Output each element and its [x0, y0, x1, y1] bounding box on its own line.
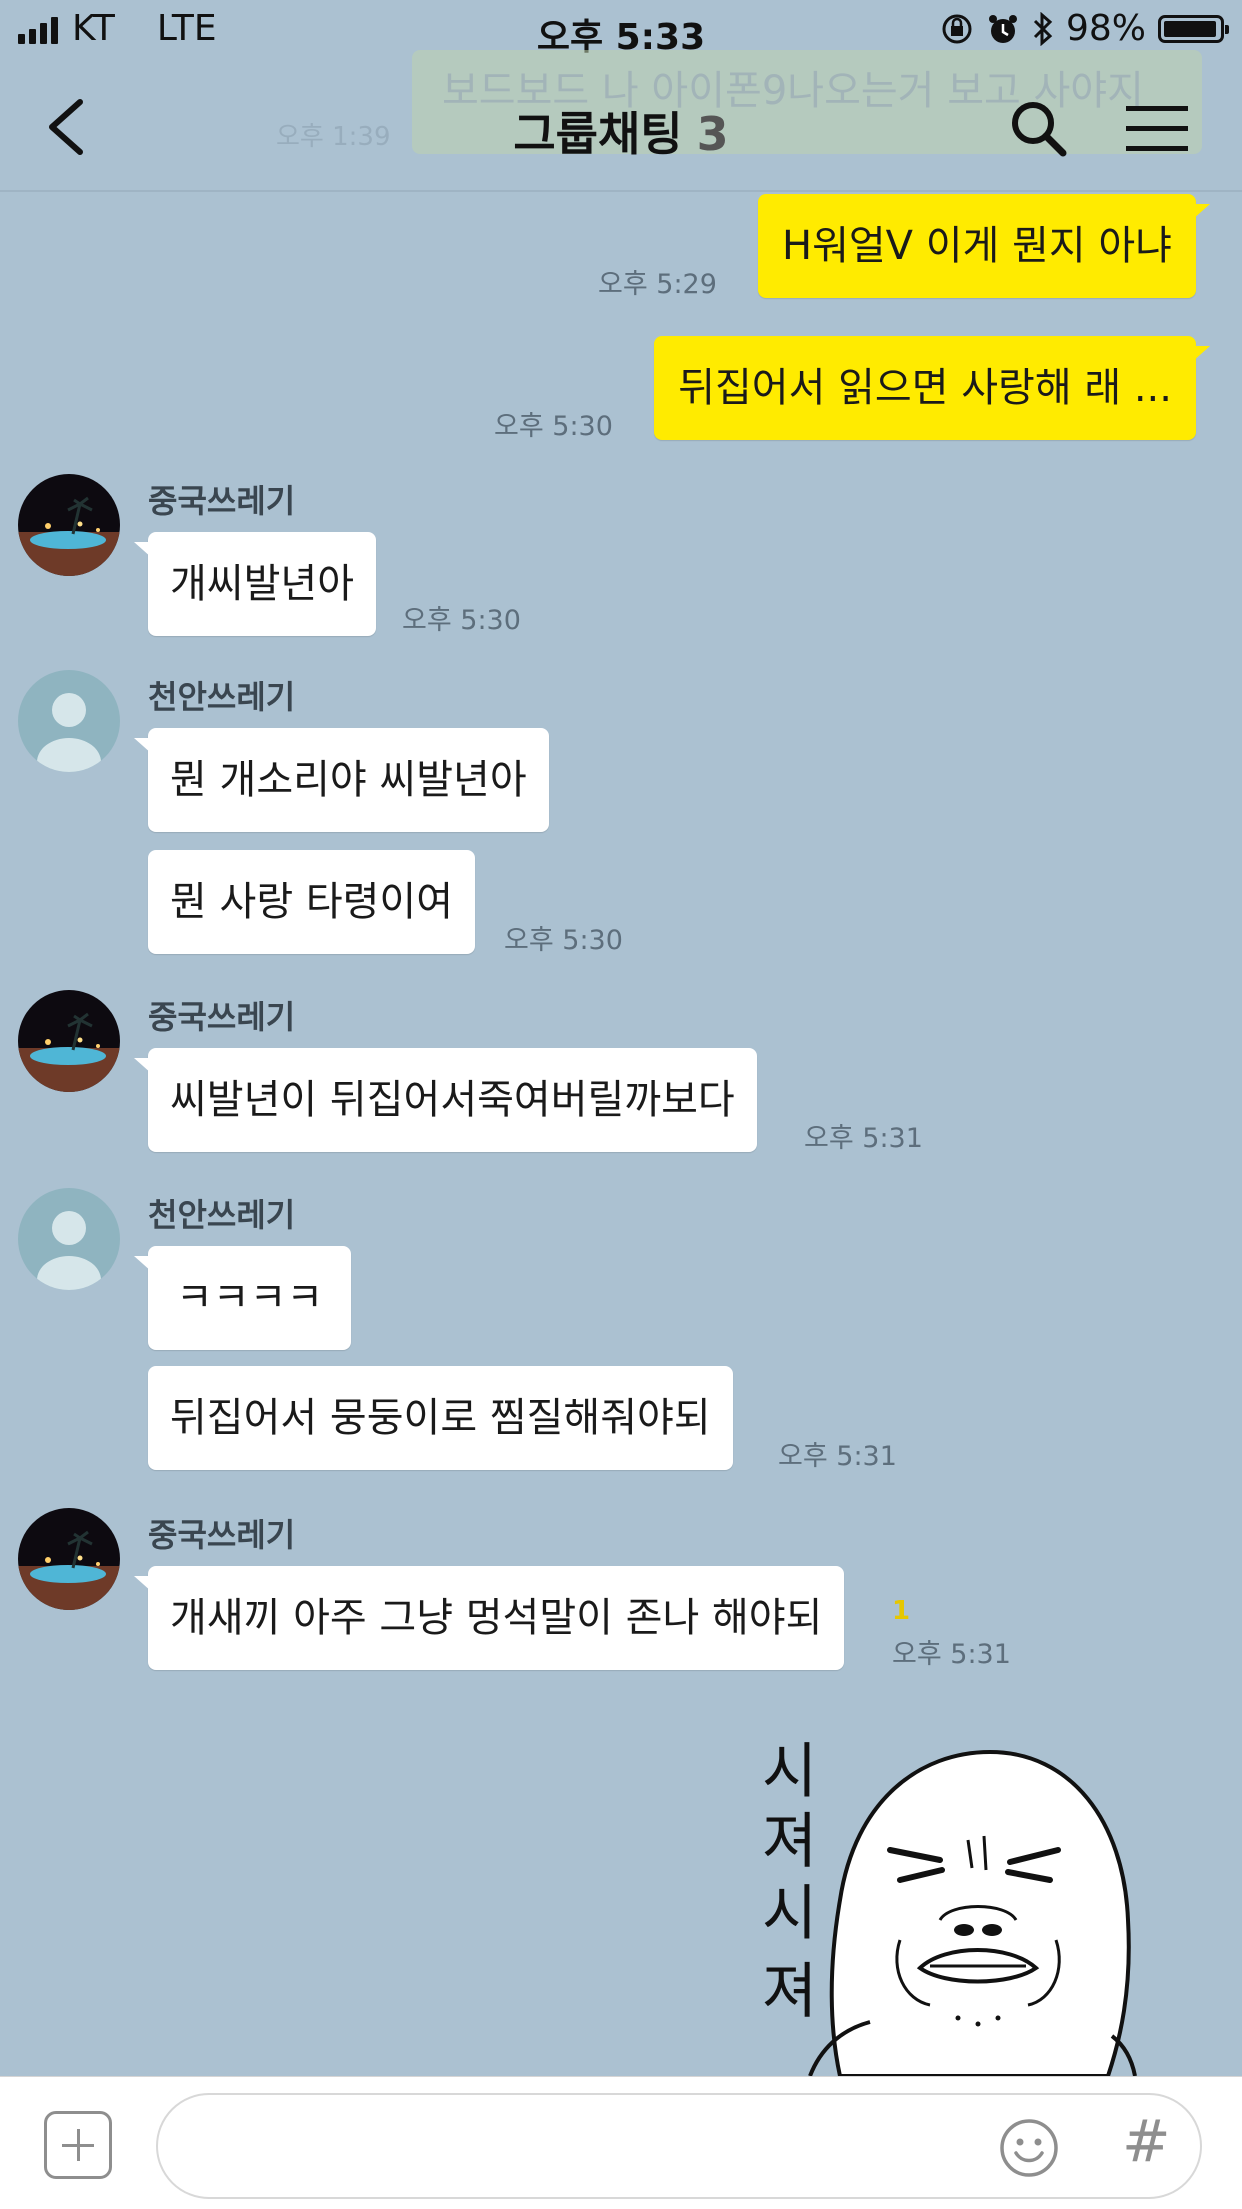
- battery-icon: [1158, 14, 1229, 43]
- other-message-bubble[interactable]: 뭔 사랑 타령이여: [148, 850, 476, 954]
- message-time: 오후 5:30: [402, 605, 521, 636]
- alarm-icon: [988, 14, 1017, 43]
- sticker-char: 시: [762, 1879, 817, 1949]
- message-text: 뒤집어서 뭉둥이로 찜질해줘야되: [170, 1395, 711, 1441]
- other-message-bubble[interactable]: 뒤집어서 뭉둥이로 찜질해줘야되: [148, 1366, 733, 1470]
- chat-header: 보드보드 나 아이폰9나오는거 보고 사야지 오후 1:39 그룹채팅 3: [0, 50, 1242, 192]
- other-message-bubble[interactable]: 씨발년이 뒤집어서죽여버릴까보다: [134, 1048, 757, 1152]
- hash-icon[interactable]: #: [1122, 2107, 1171, 2175]
- unread-count: 1: [892, 1596, 911, 1626]
- hamburger-menu-icon[interactable]: [1126, 106, 1188, 152]
- message-text: 뭔 개소리야 씨발년아: [170, 757, 527, 803]
- search-icon[interactable]: [1008, 98, 1068, 158]
- message-time: 오후 5:31: [778, 1441, 897, 1472]
- sender-name: 천안쓰레기: [148, 678, 296, 716]
- rotation-lock-icon: [942, 14, 972, 43]
- avatar[interactable]: [18, 1188, 120, 1290]
- default-profile-avatar-image: [18, 1188, 120, 1290]
- message-text: H워얼V 이게 뭔지 아냐: [782, 223, 1172, 269]
- sender-name: 중국쓰레기: [148, 998, 296, 1036]
- my-message-bubble[interactable]: H워얼V 이게 뭔지 아냐: [758, 194, 1210, 298]
- night-pool-avatar-image: [18, 474, 120, 576]
- other-message-bubble[interactable]: 개씨발년아: [134, 532, 376, 636]
- bluetooth-icon: [1033, 11, 1053, 46]
- other-message-bubble[interactable]: 뭔 개소리야 씨발년아: [134, 728, 549, 832]
- battery-percent: 98%: [1065, 8, 1146, 49]
- message-time: 오후 5:30: [504, 925, 623, 956]
- other-message-bubble[interactable]: ㅋㅋㅋㅋ: [133, 1246, 352, 1350]
- plus-icon[interactable]: [44, 2111, 112, 2179]
- sender-name: 천안쓰레기: [148, 1196, 296, 1234]
- avatar[interactable]: [18, 670, 120, 772]
- my-message-bubble[interactable]: 뒤집어서 읽으면 사랑해 래 ...: [654, 336, 1210, 440]
- message-input-bar: #: [0, 2076, 1242, 2209]
- message-text: 뭔 사랑 타령이여: [170, 879, 454, 925]
- message-time: 오후 5:29: [598, 269, 717, 300]
- avatar[interactable]: [18, 1508, 120, 1610]
- night-pool-avatar-image: [18, 1508, 120, 1610]
- message-text: 개씨발년아: [170, 561, 354, 607]
- message-time: 오후 5:30: [494, 411, 613, 442]
- chat-title-text: 그룹채팅: [513, 107, 683, 161]
- message-text: 뒤집어서 읽으면 사랑해 래 ...: [678, 365, 1172, 411]
- sticker-char: 져: [762, 1957, 817, 2027]
- message-time: 오후 5:31: [804, 1123, 923, 1154]
- status-right: 98%: [940, 8, 1229, 49]
- other-message-bubble[interactable]: 개새끼 아주 그냥 멍석말이 존나 해야되: [133, 1566, 845, 1670]
- sticker-char: 져: [762, 1807, 817, 1877]
- default-profile-avatar-image: [18, 670, 120, 772]
- member-count: 3: [696, 107, 729, 161]
- sender-name: 중국쓰레기: [148, 482, 296, 520]
- emoji-icon[interactable]: [998, 2117, 1060, 2179]
- avatar[interactable]: [18, 474, 120, 576]
- sticker-face-image: 시 져 시 져: [762, 1737, 1137, 2078]
- face-sticker[interactable]: 시 져 시 져: [740, 1730, 1242, 2078]
- sender-name: 중국쓰레기: [148, 1516, 296, 1554]
- night-pool-avatar-image: [18, 990, 120, 1092]
- message-text: 개새끼 아주 그냥 멍석말이 존나 해야되: [170, 1595, 823, 1641]
- message-text: 씨발년이 뒤집어서죽여버릴까보다: [170, 1077, 735, 1123]
- message-time: 오후 5:31: [892, 1639, 1011, 1670]
- message-text: ㅋㅋㅋㅋ: [176, 1275, 324, 1321]
- sticker-char: 시: [762, 1737, 817, 1807]
- avatar[interactable]: [18, 990, 120, 1092]
